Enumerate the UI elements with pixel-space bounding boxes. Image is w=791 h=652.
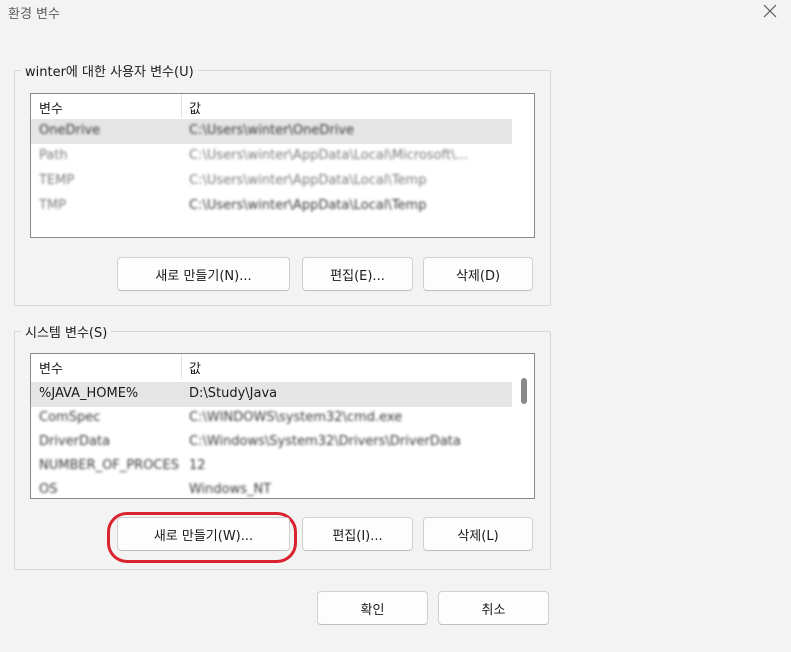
row-variable-value: D:\Study\Java bbox=[189, 386, 278, 401]
row-variable-name: DriverData bbox=[39, 434, 111, 449]
row-variable-value: C:\Users\winter\OneDrive bbox=[189, 123, 355, 138]
user-new-button[interactable]: 새로 만들기(N)... bbox=[117, 257, 290, 291]
table-row[interactable]: TMP C:\Users\winter\AppData\Local\Temp bbox=[31, 194, 512, 219]
row-variable-value: Windows_NT bbox=[189, 482, 272, 497]
row-variable-name: OneDrive bbox=[39, 123, 101, 138]
table-row[interactable]: NUMBER_OF_PROCESSORS 12 bbox=[31, 454, 512, 479]
row-variable-value: C:\Users\winter\AppData\Local\Temp bbox=[189, 173, 427, 188]
table-row[interactable]: TEMP C:\Users\winter\AppData\Local\Temp bbox=[31, 169, 512, 194]
row-variable-name: ComSpec bbox=[39, 410, 101, 425]
window-title: 환경 변수 bbox=[8, 7, 60, 22]
system-variables-label: 시스템 변수(S) bbox=[21, 322, 112, 341]
title-bar: 환경 변수 bbox=[0, 0, 791, 28]
row-variable-name: TEMP bbox=[39, 173, 75, 188]
user-delete-button[interactable]: 삭제(D) bbox=[423, 257, 533, 291]
list-header: 변수 값 bbox=[31, 354, 534, 378]
row-variable-value: C:\Windows\System32\Drivers\DriverData bbox=[189, 434, 461, 449]
row-variable-value: C:\Users\winter\AppData\Local\Temp bbox=[189, 198, 427, 213]
table-row[interactable]: Path C:\Users\winter\AppData\Local\Micro… bbox=[31, 144, 512, 169]
row-variable-name: OS bbox=[39, 482, 58, 497]
row-variable-name: Path bbox=[39, 148, 68, 163]
ok-button[interactable]: 확인 bbox=[317, 591, 428, 625]
user-variables-label: winter에 대한 사용자 변수(U) bbox=[21, 61, 198, 80]
user-variables-list[interactable]: 변수 값 OneDrive C:\Users\winter\OneDrive P… bbox=[30, 93, 535, 238]
row-variable-name: TMP bbox=[39, 198, 66, 213]
column-separator bbox=[181, 354, 182, 378]
user-edit-button[interactable]: 편집(E)... bbox=[302, 257, 413, 291]
system-new-button[interactable]: 새로 만들기(W)... bbox=[117, 517, 290, 551]
close-icon[interactable] bbox=[761, 2, 779, 20]
system-delete-button[interactable]: 삭제(L) bbox=[423, 517, 533, 551]
row-variable-value: 12 bbox=[189, 458, 206, 473]
column-header-value[interactable]: 값 bbox=[189, 358, 201, 377]
table-row[interactable]: OS Windows_NT bbox=[31, 478, 512, 498]
column-header-value[interactable]: 값 bbox=[189, 98, 201, 117]
column-header-variable[interactable]: 변수 bbox=[39, 358, 63, 377]
row-variable-value: C:\Users\winter\AppData\Local\Microsoft\… bbox=[189, 148, 468, 163]
column-separator bbox=[181, 94, 182, 118]
table-row[interactable]: ComSpec C:\WINDOWS\system32\cmd.exe bbox=[31, 406, 512, 431]
row-variable-value: C:\WINDOWS\system32\cmd.exe bbox=[189, 410, 403, 425]
system-edit-button[interactable]: 편집(I)... bbox=[302, 517, 413, 551]
row-variable-name: NUMBER_OF_PROCESSORS bbox=[39, 458, 179, 473]
table-row[interactable]: OneDrive C:\Users\winter\OneDrive bbox=[31, 119, 512, 144]
system-list-scrollbar[interactable] bbox=[518, 378, 530, 496]
row-variable-name: %JAVA_HOME% bbox=[39, 386, 139, 401]
column-header-variable[interactable]: 변수 bbox=[39, 98, 63, 117]
table-row[interactable]: %JAVA_HOME% D:\Study\Java bbox=[31, 382, 512, 407]
cancel-button[interactable]: 취소 bbox=[438, 591, 549, 625]
system-variables-list[interactable]: 변수 값 %JAVA_HOME% D:\Study\Java ComSpec C… bbox=[30, 353, 535, 499]
table-row[interactable]: DriverData C:\Windows\System32\Drivers\D… bbox=[31, 430, 512, 455]
list-header: 변수 값 bbox=[31, 94, 534, 118]
scrollbar-thumb[interactable] bbox=[521, 378, 527, 404]
